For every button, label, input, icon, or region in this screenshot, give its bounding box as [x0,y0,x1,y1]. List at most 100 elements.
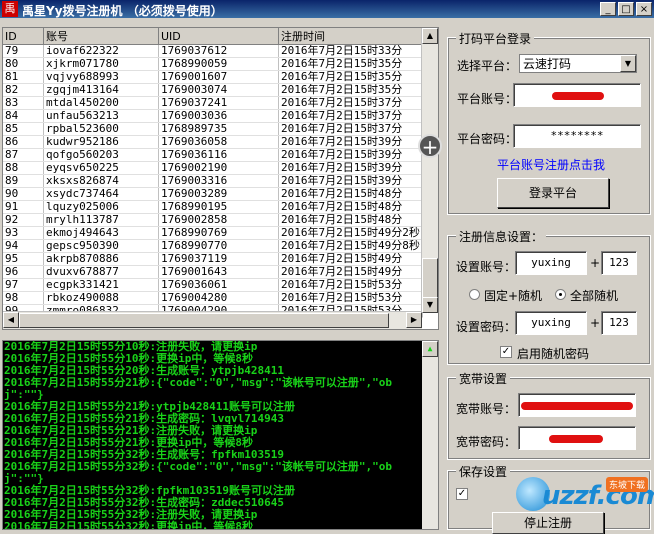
table-cell: vqjvy688993 [43,70,159,84]
table-cell: rbkoz490088 [43,291,159,305]
reg-password-label: 设置密码： [456,320,517,334]
table-row[interactable]: 98 rbkoz490088 1769004280 2016年7月2日15时53分 [3,291,423,305]
table-cell: iovaf622322 [43,44,159,58]
table-header-row: ID 账号 UID 注册时间 [3,28,423,45]
table-row[interactable]: 87 qofgo560203 1769036116 2016年7月2日15时39分 [3,148,423,162]
column-header[interactable]: 注册时间 [278,28,423,45]
table-cell: qofgo560203 [43,148,159,162]
broadband-password-field[interactable] [518,426,636,450]
save-group-title: 保存设置 [456,463,511,480]
table-cell: 2016年7月2日15时37分 [278,96,423,110]
table-cell: 84 [3,109,44,123]
maximize-icon[interactable]: □ [618,2,634,16]
table-cell: 1769036116 [158,148,279,162]
table-row[interactable]: 92 mrylh113787 1769002858 2016年7月2日15时48分 [3,213,423,227]
log-output: 2016年7月2日15时55分10秒:注册失败，请更换ip 2016年7月2日15… [2,340,439,530]
table-cell: dvuxv678877 [43,265,159,279]
platform-select-label: 选择平台： [457,59,518,73]
table-cell: 1769003036 [158,109,279,123]
scroll-down-icon[interactable]: ▼ [422,297,438,313]
table-cell: 94 [3,239,44,253]
column-header[interactable]: ID [3,28,44,45]
platform-select[interactable]: 云速打码 ▼ [519,54,637,73]
table-cell: 96 [3,265,44,279]
table-body: 79 iovaf622322 1769037612 2016年7月2日15时33分 80… [3,44,423,318]
account-table[interactable]: ID 账号 UID 注册时间 79 iovaf622322 1769037612 2016年… [2,27,439,330]
table-cell: 1768990769 [158,226,279,240]
reg-account-field[interactable]: yuxing [515,251,587,275]
table-row[interactable]: 96 dvuxv678877 1769001643 2016年7月2日15时49分 [3,265,423,279]
close-icon[interactable]: × [636,2,652,16]
table-cell: xsydc737464 [43,187,159,201]
table-row[interactable]: 83 mtdal450200 1769037241 2016年7月2日15时37分 [3,96,423,110]
table-row[interactable]: 95 akrpb870886 1769037119 2016年7月2日15时49分 [3,252,423,266]
platform-password-field[interactable]: ******** [513,124,641,148]
log-vertical-scrollbar[interactable]: ▲ [422,341,438,529]
broadband-account-field[interactable] [518,393,636,417]
table-cell: 1769002858 [158,213,279,227]
save-checkbox[interactable]: ✓ [456,488,468,500]
table-cell: xksxs826874 [43,174,159,188]
table-cell: 2016年7月2日15时37分 [278,109,423,123]
reg-password-suffix-field[interactable]: 123 [601,311,637,335]
column-header[interactable]: 账号 [43,28,159,45]
table-row[interactable]: 80 xjkrm071780 1768990059 2016年7月2日15时35分 [3,57,423,71]
reg-password-field[interactable]: yuxing [515,311,587,335]
scroll-thumb[interactable] [422,258,438,298]
table-cell: 2016年7月2日15时39分 [278,148,423,162]
chevron-down-icon[interactable]: ▼ [620,55,636,72]
random-password-checkbox[interactable]: ✓ [500,346,512,358]
platform-password-label: 平台密码： [457,132,518,146]
reg-account-suffix-field[interactable]: 123 [601,251,637,275]
scroll-left-icon[interactable]: ◀ [3,312,19,328]
table-row[interactable]: 84 unfau563213 1769003036 2016年7月2日15时37分 [3,109,423,123]
broadband-group-title: 宽带设置 [456,370,511,387]
table-row[interactable]: 97 ecgpk331421 1769036061 2016年7月2日15时53分 [3,278,423,292]
table-row[interactable]: 89 xksxs826874 1769003316 2016年7月2日15时39分 [3,174,423,188]
table-cell: 80 [3,57,44,71]
table-row[interactable]: 85 rpbal523600 1768989735 2016年7月2日15时37分 [3,122,423,136]
table-cell: 2016年7月2日15时37分 [278,122,423,136]
table-cell: eyqsv650225 [43,161,159,175]
table-row[interactable]: 91 lquzy025006 1768990195 2016年7月2日15时48分 [3,200,423,214]
radio-all-random[interactable] [555,289,566,300]
platform-select-value: 云速打码 [523,57,572,71]
table-cell: 2016年7月2日15时33分 [278,44,423,58]
table-cell: 1768990770 [158,239,279,253]
table-cell: 1768990059 [158,57,279,71]
table-row[interactable]: 81 vqjvy688993 1769001607 2016年7月2日15时35分 [3,70,423,84]
table-cell: 93 [3,226,44,240]
table-row[interactable]: 86 kudwr952186 1769036058 2016年7月2日15时39分 [3,135,423,149]
table-vertical-scrollbar[interactable]: ▲ ▼ [421,28,438,313]
table-row[interactable]: 79 iovaf622322 1769037612 2016年7月2日15时33分 [3,44,423,58]
table-cell: mrylh113787 [43,213,159,227]
table-cell: 1769037241 [158,96,279,110]
table-horizontal-scrollbar[interactable]: ◀ ▶ [3,311,422,329]
minimize-icon[interactable]: _ [600,2,616,16]
radio-fixed-random[interactable] [469,289,480,300]
scroll-right-icon[interactable]: ▶ [406,312,422,328]
table-cell: 2016年7月2日15时49分8秒 [278,239,423,253]
table-cell: 98 [3,291,44,305]
table-row[interactable]: 93 ekmoj494643 1768990769 2016年7月2日15时49分2秒 [3,226,423,240]
radio-fixed-random-label: 固定+随机 [484,289,543,303]
table-cell: 87 [3,148,44,162]
table-row[interactable]: 90 xsydc737464 1769003289 2016年7月2日15时48分 [3,187,423,201]
hscroll-thumb[interactable] [19,313,389,328]
login-platform-button[interactable]: 登录平台 [497,178,609,208]
scroll-up-icon[interactable]: ▲ [422,28,438,44]
table-row[interactable]: 82 zgqjm413164 1769003074 2016年7月2日15时35分 [3,83,423,97]
log-line: 2016年7月2日15时55分21秒:{"code":"0","msg":"该帐… [4,376,393,401]
table-cell: 1768990195 [158,200,279,214]
redaction-mark [521,402,633,410]
add-circle-icon[interactable]: + [418,134,442,158]
table-row[interactable]: 88 eyqsv650225 1769002190 2016年7月2日15时39分 [3,161,423,175]
table-row[interactable]: 94 gepsc950390 1768990770 2016年7月2日15时49分8秒 [3,239,423,253]
column-header[interactable]: UID [158,28,279,45]
log-scroll-up-icon[interactable]: ▲ [422,341,438,357]
platform-register-link[interactable]: 平台账号注册点击我 [497,156,605,173]
table-cell: 1769002190 [158,161,279,175]
table-cell: 1769001643 [158,265,279,279]
platform-account-field[interactable] [513,83,641,107]
log-line: 2016年7月2日15时55分32秒:{"code":"0","msg":"该帐… [4,460,393,485]
